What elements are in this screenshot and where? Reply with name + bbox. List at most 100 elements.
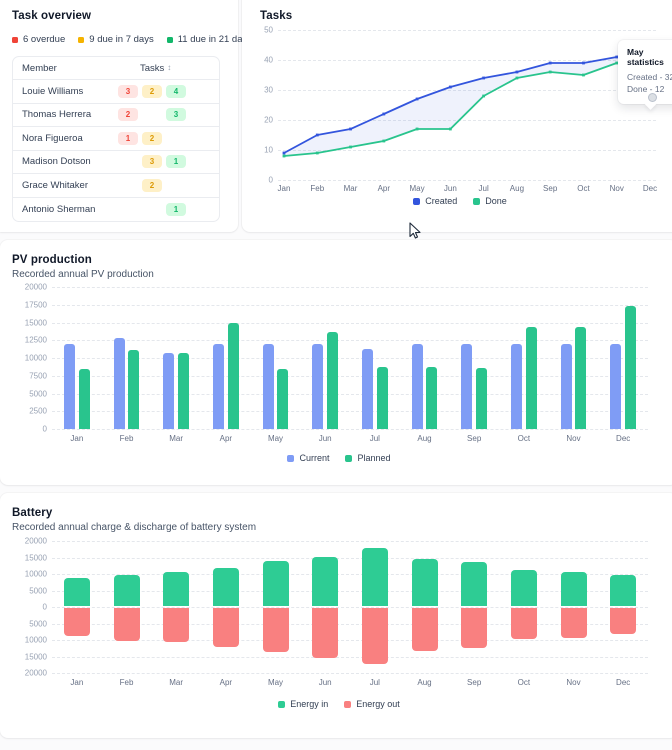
member-task-table: Member Tasks ↕ Louie Williams 3 2 4 Thomas H… (12, 56, 220, 222)
x-axis-tick: Jul (369, 678, 380, 687)
bar-energy-in-oct[interactable] (510, 569, 537, 606)
bar-energy-out-mar[interactable] (163, 608, 190, 643)
bar-current-nov[interactable] (560, 343, 572, 429)
bar-planned-aug[interactable] (426, 367, 438, 429)
bar-planned-feb[interactable] (128, 350, 140, 429)
table-row[interactable]: Thomas Herrera 2 3 (13, 104, 219, 127)
legend-item[interactable]: Energy in (278, 699, 328, 709)
bar-current-oct[interactable] (511, 343, 523, 429)
y-axis-tick: 20000 (24, 668, 47, 678)
legend-swatch-icon (344, 700, 352, 708)
bar-energy-in-may[interactable] (262, 561, 289, 606)
member-name: Nora Figueroa (22, 132, 83, 144)
bar-energy-out-jan[interactable] (63, 608, 90, 637)
badge-due21: 1 (166, 155, 186, 169)
bar-energy-out-oct[interactable] (510, 608, 537, 640)
data-point (382, 112, 386, 116)
bar-energy-in-jan[interactable] (63, 577, 90, 606)
y-axis-tick: 15000 (24, 652, 47, 661)
table-row[interactable]: Louie Williams 3 2 4 (13, 80, 219, 104)
tasks-line-chart[interactable]: 0 10 20 30 40 50 Jan Feb Mar Apr May Jun Jul Aug Sep O… (264, 26, 657, 194)
battery-bar-chart[interactable]: 20000 15000 10000 5000 0 5000 10000 15000 20000 … (25, 537, 648, 687)
pv-legend: Current Planned (0, 453, 672, 463)
bar-planned-sep[interactable] (475, 367, 487, 429)
bar-current-mar[interactable] (163, 353, 175, 429)
bar-current-dec[interactable] (610, 343, 622, 429)
data-point (582, 73, 585, 77)
bar-current-apr[interactable] (213, 343, 225, 429)
badge-slot-overdue (118, 203, 138, 216)
table-row[interactable]: Madison Dotson 3 1 (13, 151, 219, 174)
y-axis-tick: 0 (42, 602, 47, 612)
bar-energy-in-aug[interactable] (411, 558, 438, 606)
legend-swatch-icon (413, 197, 421, 205)
bar-energy-in-feb[interactable] (113, 574, 140, 606)
bar-energy-in-nov[interactable] (560, 571, 587, 606)
data-point (482, 94, 486, 98)
bar-current-aug[interactable] (411, 343, 423, 429)
battery-subtitle: Recorded annual charge & discharge of ba… (12, 522, 257, 533)
data-point (515, 70, 519, 74)
pv-subtitle: Recorded annual PV production (12, 269, 154, 280)
bar-energy-in-jul[interactable] (361, 547, 388, 606)
bar-energy-in-dec[interactable] (610, 574, 637, 606)
task-overview-title: Task overview (12, 10, 92, 22)
legend-item[interactable]: Created (413, 196, 457, 206)
bar-energy-out-apr[interactable] (212, 608, 239, 647)
x-axis-tick: Jun (318, 678, 332, 687)
bar-energy-in-mar[interactable] (163, 571, 190, 606)
bar-planned-mar[interactable] (177, 353, 189, 429)
sort-arrows-icon[interactable]: ↕ (167, 64, 171, 72)
bar-planned-jan[interactable] (78, 368, 90, 429)
bar-planned-nov[interactable] (575, 327, 587, 429)
x-axis-tick: Sep (543, 184, 558, 193)
y-axis-tick: 20000 (24, 282, 47, 292)
badge-slot-due7: 2 (142, 131, 162, 145)
data-point (349, 127, 352, 131)
bar-planned-may[interactable] (277, 368, 289, 429)
table-header-row: Member Tasks ↕ (13, 57, 219, 80)
x-axis-tick: May (409, 184, 425, 193)
bar-current-jul[interactable] (362, 349, 374, 429)
data-point (548, 70, 552, 74)
table-row[interactable]: Antonio Sherman 1 (13, 198, 219, 222)
bar-current-sep[interactable] (461, 343, 473, 429)
legend-label-due21: 11 due in 21 days (177, 34, 253, 45)
bar-energy-out-sep[interactable] (461, 608, 488, 648)
column-header-tasks[interactable]: Tasks ↕ (118, 63, 210, 74)
table-row[interactable]: Nora Figueroa 1 2 (13, 127, 219, 151)
bar-current-jun[interactable] (312, 343, 324, 429)
table-row[interactable]: Grace Whitaker 2 (13, 174, 219, 198)
legend-item[interactable]: Energy out (344, 699, 400, 709)
bar-current-feb[interactable] (113, 338, 125, 429)
x-axis-tick: Jan (70, 434, 84, 443)
legend-item[interactable]: Current (287, 453, 329, 463)
bar-energy-out-nov[interactable] (560, 608, 587, 638)
bar-planned-oct[interactable] (525, 326, 537, 429)
battery-card: Battery Recorded annual charge & dischar… (0, 493, 672, 738)
bar-energy-out-jun[interactable] (312, 608, 339, 658)
bar-energy-out-aug[interactable] (411, 608, 438, 651)
legend-item[interactable]: Planned (345, 453, 391, 463)
y-axis-tick: 40 (264, 55, 273, 65)
bar-planned-dec[interactable] (624, 306, 636, 429)
legend-item[interactable]: Done (473, 196, 507, 206)
bar-energy-out-may[interactable] (262, 608, 289, 653)
x-axis-tick: Feb (119, 434, 134, 443)
bar-energy-in-jun[interactable] (312, 556, 339, 606)
x-axis-tick: Sep (467, 678, 482, 687)
bar-current-may[interactable] (262, 343, 274, 429)
pv-bar-chart[interactable]: 0 2500 5000 7500 10000 12500 15000 17500 20000 J… (25, 283, 648, 443)
tasks-line-svg (282, 43, 652, 158)
bar-current-jan[interactable] (64, 343, 76, 429)
bar-planned-apr[interactable] (227, 322, 239, 429)
bar-planned-jun[interactable] (326, 331, 338, 429)
battery-legend: Energy in Energy out (0, 699, 672, 709)
bar-planned-jul[interactable] (376, 366, 388, 429)
bar-energy-out-jul[interactable] (361, 608, 388, 665)
bar-energy-out-feb[interactable] (113, 608, 140, 641)
bar-energy-in-sep[interactable] (461, 561, 488, 606)
bar-energy-out-dec[interactable] (610, 608, 637, 634)
bar-energy-in-apr[interactable] (212, 568, 239, 606)
legend-label: Current (299, 453, 330, 463)
